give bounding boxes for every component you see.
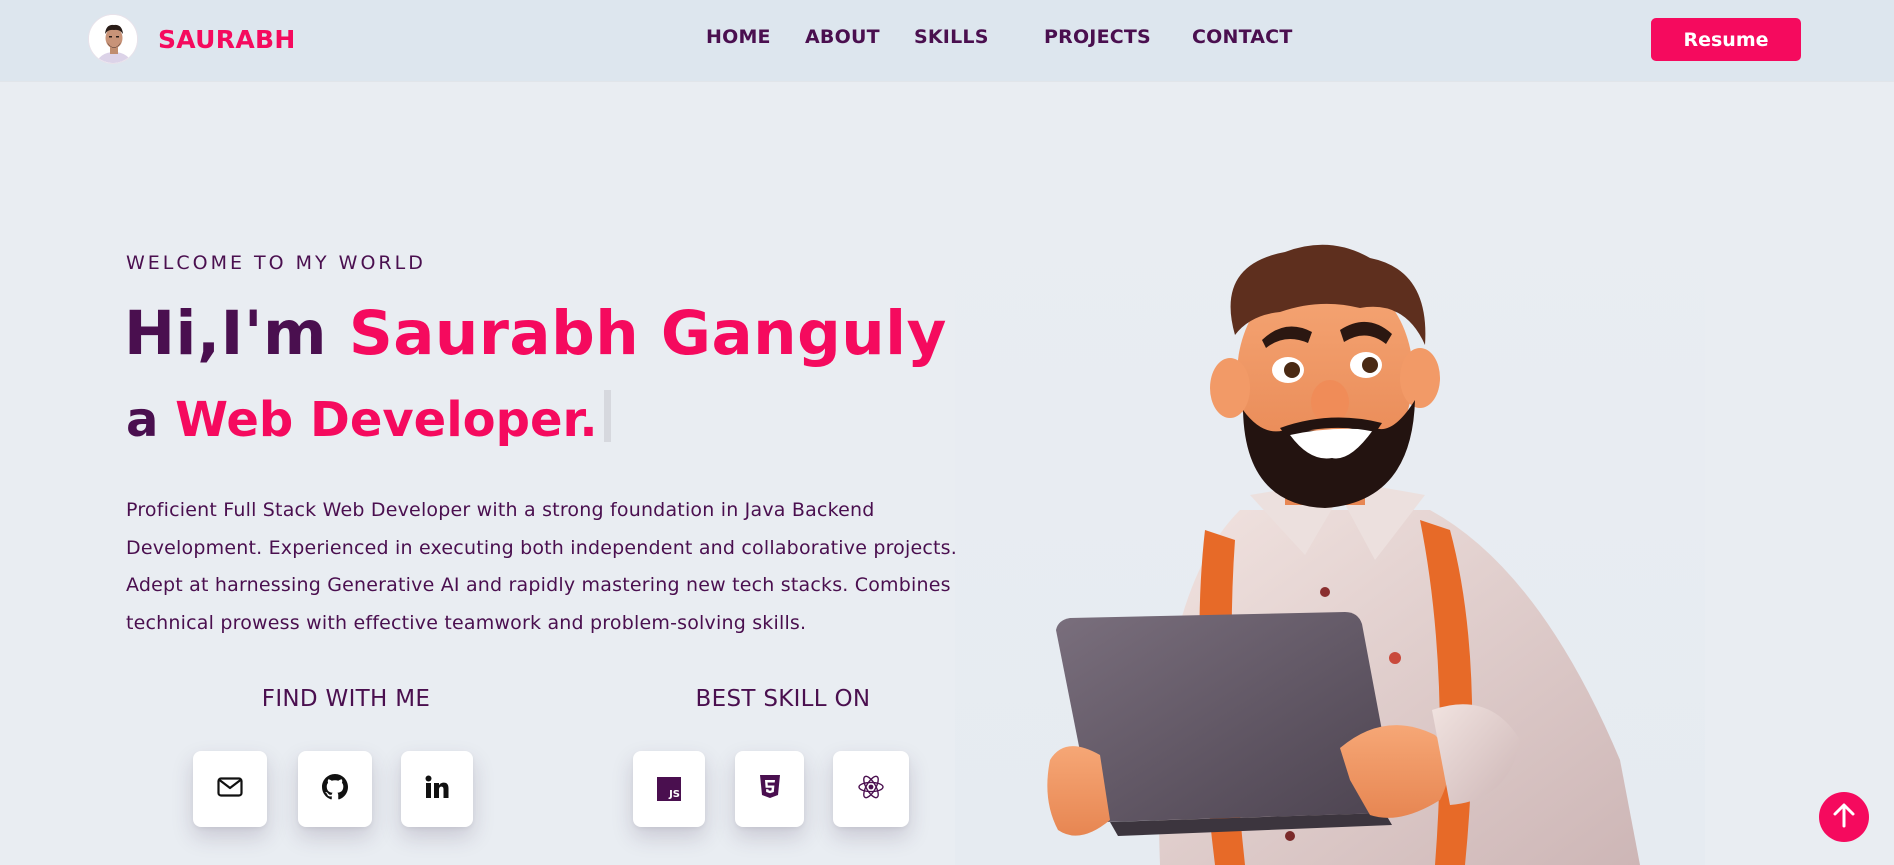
hero-title: Hi,I'm Saurabh Ganguly	[124, 298, 947, 370]
top-navbar: SAURABH HOME ABOUT SKILLS PROJECTS CONTA…	[0, 0, 1894, 81]
github-button[interactable]	[298, 751, 372, 827]
react-icon	[857, 774, 885, 804]
email-button[interactable]	[193, 751, 267, 827]
nav-projects[interactable]: PROJECTS	[1044, 26, 1151, 48]
scroll-to-top-button[interactable]	[1819, 792, 1869, 842]
portfolio-page: SAURABH HOME ABOUT SKILLS PROJECTS CONTA…	[0, 0, 1894, 865]
linkedin-button[interactable]	[401, 751, 473, 827]
greeting: Hi,I'm	[124, 298, 349, 369]
nav-skills[interactable]: SKILLS	[914, 26, 989, 48]
hero-name: Saurabh Ganguly	[348, 298, 947, 369]
nav-about[interactable]: ABOUT	[805, 26, 880, 48]
javascript-icon: JS	[657, 777, 681, 801]
welcome-text: WELCOME TO MY WORLD	[126, 252, 426, 274]
resume-button[interactable]: Resume	[1651, 18, 1801, 61]
nav-contact[interactable]: CONTACT	[1192, 26, 1293, 48]
js-icon-label: JS	[669, 789, 680, 800]
javascript-skill-tile[interactable]: JS	[633, 751, 705, 827]
bio-text: Proficient Full Stack Web Developer with…	[126, 499, 958, 634]
html5-icon	[759, 775, 781, 803]
html5-skill-tile[interactable]	[735, 751, 804, 827]
find-with-me-heading: FIND WITH ME	[261, 686, 431, 712]
arrow-up-icon	[1832, 802, 1856, 832]
hero-illustration	[1040, 240, 1640, 865]
role-prefix: a	[126, 392, 176, 448]
typing-cursor	[603, 390, 611, 442]
main-nav: HOME ABOUT SKILLS PROJECTS CONTACT	[0, 26, 1894, 56]
github-icon	[322, 774, 348, 804]
typed-role: Web Developer.	[175, 392, 598, 448]
nav-home[interactable]: HOME	[706, 26, 771, 48]
mail-icon	[217, 777, 243, 801]
hero-role: a Web Developer.	[126, 388, 611, 452]
linkedin-icon	[425, 775, 449, 803]
react-skill-tile[interactable]	[833, 751, 909, 827]
best-skill-on-heading: BEST SKILL ON	[695, 686, 871, 712]
